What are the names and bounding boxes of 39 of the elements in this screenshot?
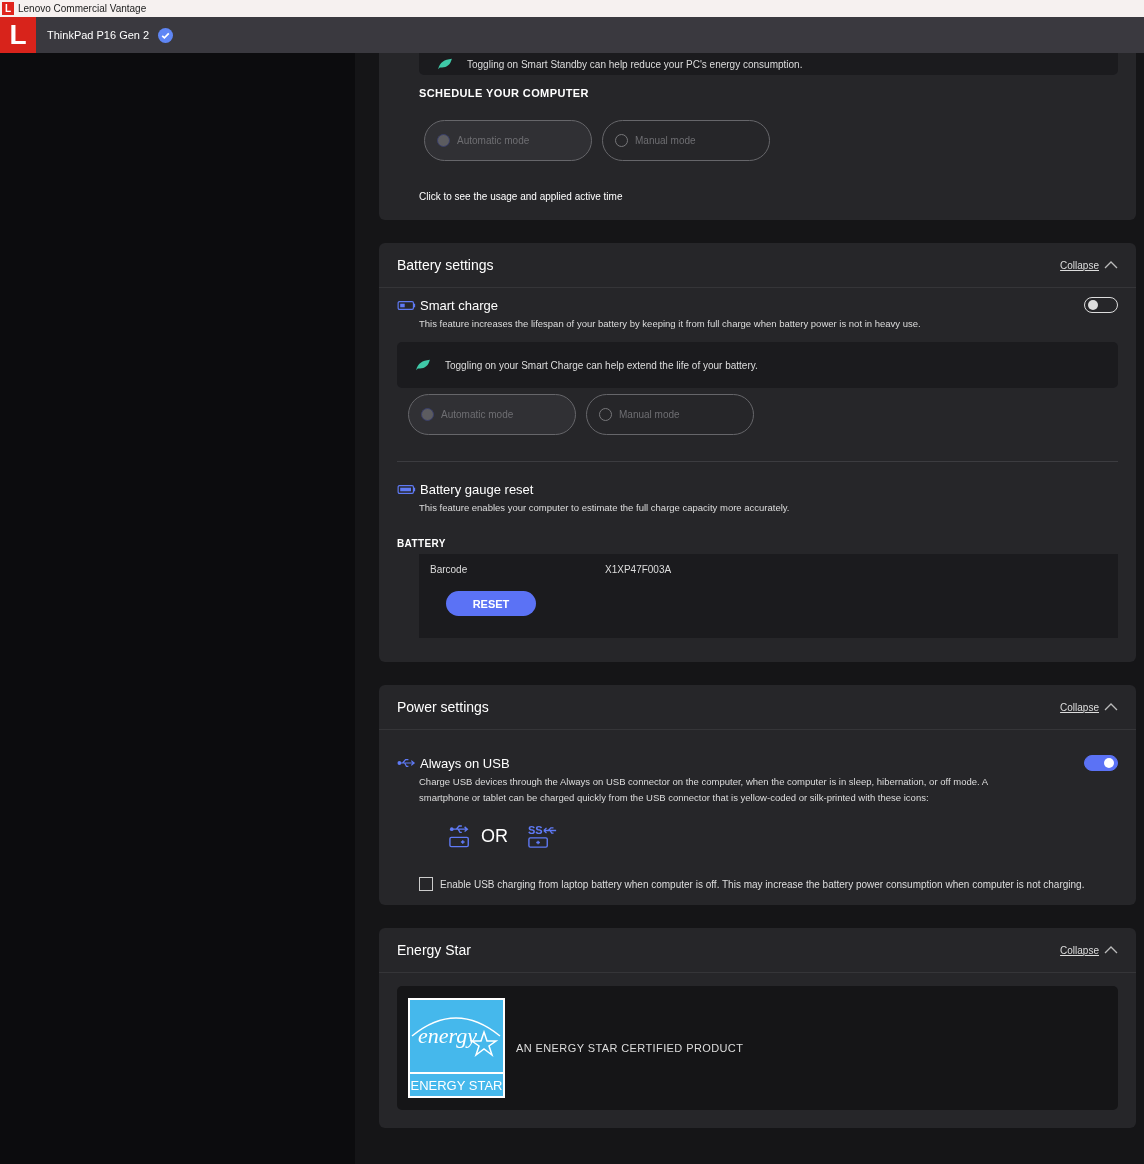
chevron-up-icon[interactable] [1104, 703, 1118, 711]
usb-charging-icon [449, 824, 471, 849]
battery-icon [397, 300, 416, 310]
collapse-link[interactable]: Collapse [1060, 259, 1099, 271]
certification-text: AN ENERGY STAR CERTIFIED PRODUCT [516, 1042, 744, 1054]
window-title: Lenovo Commercial Vantage [18, 3, 147, 14]
battery-heading: BATTERY [397, 538, 447, 549]
chevron-up-icon[interactable] [1104, 261, 1118, 269]
feature-title: Battery gauge reset [420, 481, 535, 497]
leaf-icon [437, 58, 453, 70]
checkbox[interactable] [419, 877, 433, 891]
usage-link[interactable]: Click to see the usage and applied active time [419, 191, 1118, 202]
tip-text: Toggling on Smart Standby can help reduce your PC's energy consumption. [467, 58, 803, 70]
chevron-up-icon[interactable] [1104, 946, 1118, 954]
battery-icon [397, 484, 416, 494]
or-text: OR [481, 826, 508, 847]
collapse-link[interactable]: Collapse [1060, 944, 1099, 956]
energy-star-logo: energy ENERGY STAR [408, 998, 505, 1098]
feature-title: Smart charge [420, 297, 500, 313]
section-title: Energy Star [397, 942, 472, 958]
brand-logo: L [0, 17, 36, 53]
feature-title: Always on USB [420, 755, 511, 771]
section-title: Battery settings [397, 257, 495, 273]
reset-button[interactable]: RESET [446, 591, 536, 616]
app-logo-icon: L [2, 2, 14, 15]
checkbox-label: Enable USB charging from laptop battery when computer is off. This may increase the battery power consumption when computer is not charging. [440, 878, 1085, 890]
collapse-link[interactable]: Collapse [1060, 701, 1099, 713]
usb-icon [397, 758, 416, 768]
feature-description: Charge USB devices through the Always on USB connector on the computer, when the computer is in sleep, hibernation, or off mode. A smartphone or tablet can be charged quickly from the USB connector that is yellow-coded or silk-printed with these icons: [419, 775, 989, 805]
leaf-icon [415, 359, 431, 371]
barcode-label: Barcode [430, 564, 469, 575]
feature-description: This feature increases the lifespan of your battery by keeping it from full charge when battery power is not in heavy use. [419, 317, 922, 331]
section-heading: SCHEDULE YOUR COMPUTER [419, 87, 590, 99]
feature-description: This feature enables your computer to estimate the full charge capacity more accurately. [419, 501, 791, 515]
section-title: Power settings [397, 699, 490, 715]
toggle-switch[interactable] [1084, 755, 1118, 771]
tip-text: Toggling on your Smart Charge can help extend the life of your battery. [445, 359, 758, 371]
barcode-value: X1XP47F003A [605, 564, 672, 575]
device-name: ThinkPad P16 Gen 2 [47, 29, 150, 41]
